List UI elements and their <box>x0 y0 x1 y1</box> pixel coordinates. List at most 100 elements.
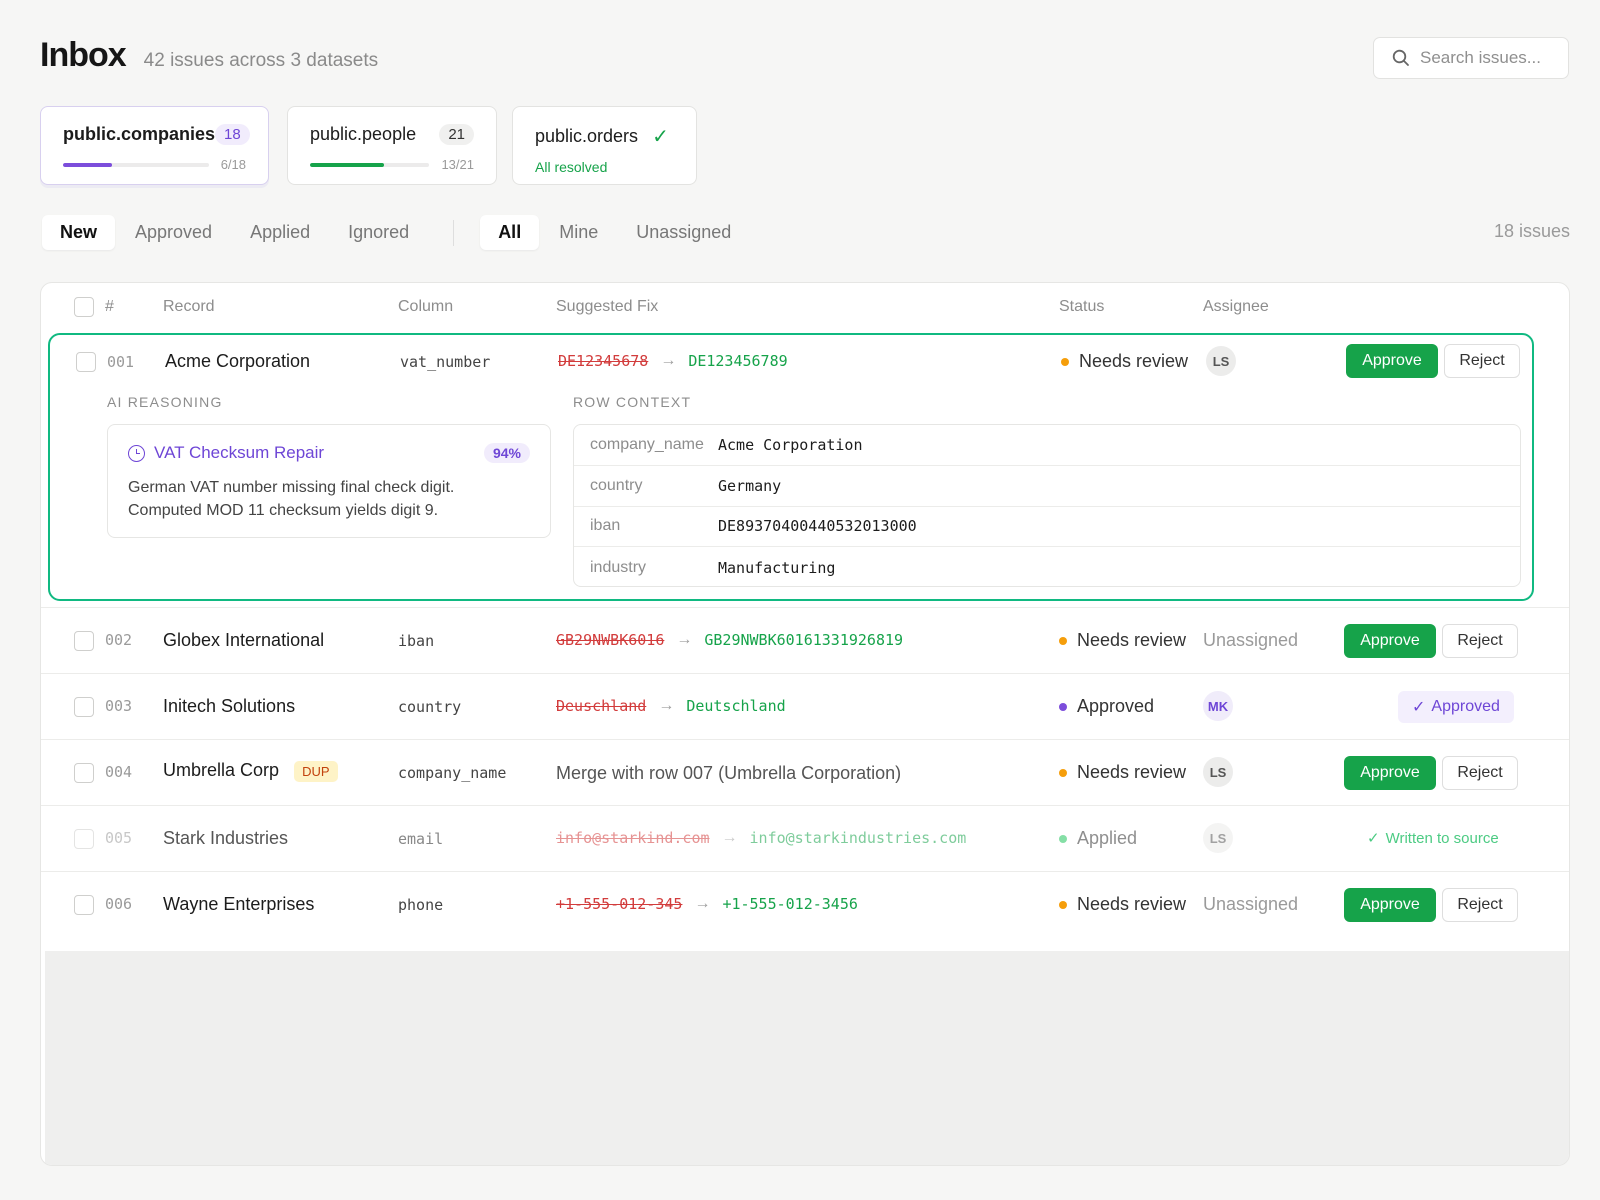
approve-button[interactable]: Approve <box>1346 344 1438 378</box>
arrow-right-icon: → <box>694 895 711 912</box>
column-name: iban <box>398 632 435 650</box>
dataset-card-orders[interactable]: public.orders ✓ All resolved <box>512 106 697 185</box>
column-name: phone <box>398 896 444 914</box>
ai-explanation: German VAT number missing final check di… <box>128 476 530 522</box>
table-row[interactable]: 006 Wayne Enterprises phone +1-555-012-3… <box>41 871 1569 937</box>
dataset-card-companies[interactable]: public.companies 18 6/18 <box>40 106 269 185</box>
table-row[interactable]: 004 Umbrella Corp DUP company_name Merge… <box>41 739 1569 805</box>
dataset-count-badge: 18 <box>215 124 250 145</box>
tab-mine[interactable]: Mine <box>541 215 616 250</box>
suggested-fix: DE12345678 → DE123456789 <box>558 352 788 370</box>
tab-applied[interactable]: Applied <box>232 215 328 250</box>
column-header-record: Record <box>163 298 215 315</box>
approve-button[interactable]: Approve <box>1344 888 1436 922</box>
context-key: country <box>590 476 643 494</box>
record-name: Wayne Enterprises <box>163 894 315 914</box>
issue-count: 18 issues <box>1493 221 1570 241</box>
status-badge: Approved <box>1059 696 1154 717</box>
avatar[interactable]: LS <box>1206 346 1236 376</box>
tab-unassigned[interactable]: Unassigned <box>618 215 749 250</box>
clock-icon <box>128 444 145 462</box>
status-label: Applied <box>1077 828 1138 848</box>
page-title: Inbox <box>40 36 127 74</box>
row-number: 002 <box>105 631 133 649</box>
ai-title: VAT Checksum Repair <box>128 443 324 463</box>
arrow-right-icon: → <box>676 631 693 648</box>
column-name: company_name <box>398 764 507 782</box>
dataset-name: public.companies <box>63 124 216 144</box>
arrow-right-icon: → <box>660 352 677 369</box>
old-value: info@starkind.com <box>556 829 710 847</box>
assignee-unassigned[interactable]: Unassigned <box>1203 630 1298 651</box>
dataset-progress-label: 13/21 <box>441 157 474 172</box>
check-icon: ✓ <box>1412 699 1426 716</box>
column-name: vat_number <box>400 353 491 371</box>
owner-filter: All Mine Unassigned <box>478 213 751 252</box>
table-empty-area <box>45 951 1569 1165</box>
row-checkbox[interactable] <box>74 895 94 915</box>
dataset-count-badge: 21 <box>439 124 474 145</box>
new-value: DE123456789 <box>688 352 788 370</box>
row-number: 004 <box>105 763 133 781</box>
reject-button[interactable]: Reject <box>1444 344 1520 378</box>
suggested-fix: info@starkind.com → info@starkindustries… <box>556 829 966 847</box>
row-number: 001 <box>107 353 135 371</box>
column-name: country <box>398 698 462 716</box>
dataset-card-people[interactable]: public.people 21 13/21 <box>287 106 497 185</box>
new-value: +1-555-012-3456 <box>722 895 858 913</box>
new-value: Deutschland <box>686 697 786 715</box>
old-value: DE12345678 <box>558 352 649 370</box>
old-value: GB29NWBK6016 <box>556 631 665 649</box>
ai-explanation-line: Computed MOD 11 checksum yields digit 9. <box>128 502 439 519</box>
select-all-checkbox[interactable] <box>74 297 94 317</box>
row-checkbox[interactable] <box>76 352 96 372</box>
issues-table: # Record Column Suggested Fix Status Ass… <box>40 282 1570 1166</box>
context-key: iban <box>590 517 621 535</box>
row-checkbox[interactable] <box>74 697 94 717</box>
table-row[interactable]: 005 Stark Industries email info@starkind… <box>41 805 1569 871</box>
context-row: company_name Acme Corporation <box>574 425 1520 466</box>
old-value: +1-555-012-345 <box>556 895 683 913</box>
suggested-fix: +1-555-012-345 → +1-555-012-3456 <box>556 895 858 913</box>
row-checkbox[interactable] <box>74 631 94 651</box>
search-icon <box>1392 49 1409 66</box>
avatar[interactable]: MK <box>1203 691 1233 721</box>
status-label: Needs review <box>1077 630 1187 650</box>
dataset-progress-bar <box>310 162 430 167</box>
tab-all[interactable]: All <box>480 215 540 250</box>
expanded-row: 001 Acme Corporation vat_number DE123456… <box>48 333 1534 601</box>
arrow-right-icon: → <box>721 829 738 846</box>
status-label: Needs review <box>1077 894 1187 914</box>
status-badge: Needs review <box>1059 630 1186 651</box>
duplicate-badge: DUP <box>294 760 338 782</box>
table-row[interactable]: 002 Globex International iban GB29NWBK60… <box>41 607 1569 673</box>
row-number: 006 <box>105 895 133 913</box>
search-box[interactable] <box>1373 37 1569 79</box>
tab-approved[interactable]: Approved <box>117 215 230 250</box>
old-value: Deuschland <box>556 697 647 715</box>
suggested-fix: GB29NWBK6016 → GB29NWBK60161331926819 <box>556 631 903 649</box>
record-name: Initech Solutions <box>163 696 296 716</box>
status-label: Needs review <box>1077 762 1187 782</box>
table-row[interactable]: 003 Initech Solutions country Deuschland… <box>41 673 1569 739</box>
avatar[interactable]: LS <box>1203 757 1233 787</box>
reject-button[interactable]: Reject <box>1442 624 1518 658</box>
approve-button[interactable]: Approve <box>1344 624 1436 658</box>
status-dot <box>1059 834 1067 843</box>
avatar[interactable]: LS <box>1203 823 1233 853</box>
row-checkbox[interactable] <box>74 763 94 783</box>
tab-ignored[interactable]: Ignored <box>330 215 427 250</box>
reject-button[interactable]: Reject <box>1442 756 1518 790</box>
search-input[interactable] <box>1420 48 1560 68</box>
stage-filter: New Approved Applied Ignored <box>40 213 429 252</box>
approve-button[interactable]: Approve <box>1344 756 1436 790</box>
filter-divider <box>453 219 455 246</box>
context-key: industry <box>590 558 647 576</box>
row-checkbox[interactable] <box>74 829 94 849</box>
column-header-num: # <box>105 298 114 315</box>
merge-suggestion: Merge with row 007 (Umbrella Corporation… <box>556 763 902 783</box>
record-name: Stark Industries <box>163 828 289 848</box>
tab-new[interactable]: New <box>42 215 116 250</box>
reject-button[interactable]: Reject <box>1442 888 1518 922</box>
assignee-unassigned[interactable]: Unassigned <box>1203 894 1298 915</box>
